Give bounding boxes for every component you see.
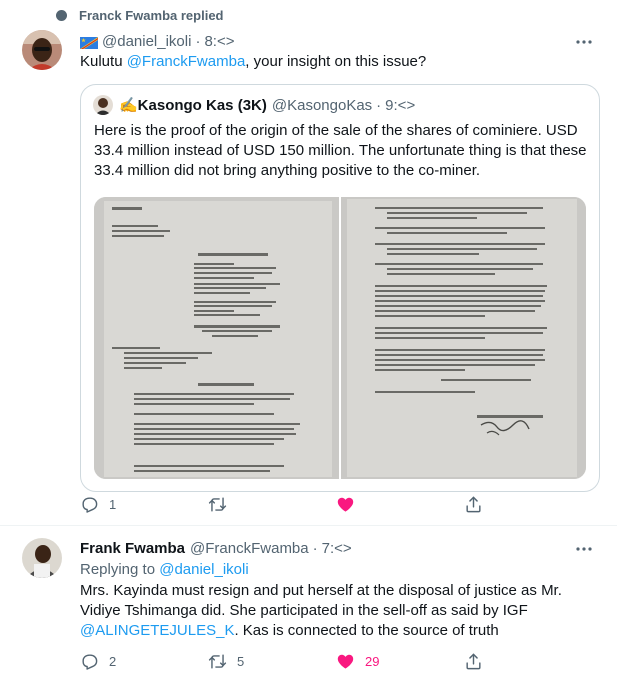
share-icon[interactable] (464, 495, 483, 514)
reply-count: 2 (109, 654, 117, 669)
retweet-icon[interactable] (208, 495, 227, 514)
quote-header: ✍️Kasongo Kas (3K) @KasongoKas · 9:<> (93, 95, 415, 115)
heart-icon[interactable] (336, 652, 355, 671)
document-image-left[interactable] (94, 197, 339, 479)
heart-icon[interactable] (336, 495, 355, 514)
author-handle[interactable]: @daniel_ikoli (102, 33, 191, 50)
replying-to: Replying to @daniel_ikoli (80, 561, 249, 578)
social-context: Franck Fwamba replied (52, 8, 224, 23)
avatar[interactable] (22, 538, 62, 578)
share-icon[interactable] (464, 652, 483, 671)
quote-time: 9:<> (385, 96, 416, 114)
more-options-icon[interactable] (575, 33, 593, 51)
reply-action[interactable]: 2 (80, 652, 208, 671)
reply-action[interactable]: 1 (80, 495, 208, 514)
quote-display-name[interactable]: ✍️Kasongo Kas (3K) (119, 96, 267, 114)
tweet-time[interactable]: 8:<> (204, 33, 234, 50)
divider (0, 525, 617, 526)
quote-media[interactable] (94, 197, 586, 479)
like-action[interactable] (336, 495, 464, 514)
dot-icon (56, 10, 67, 21)
avatar[interactable] (22, 30, 62, 70)
like-action[interactable]: 29 (336, 652, 464, 671)
tweet-actions: 2 5 29 (80, 652, 600, 671)
tweet-text: Kulutu @FranckFwamba, your insight on th… (80, 53, 427, 70)
reply-icon[interactable] (80, 495, 99, 514)
retweet-icon[interactable] (208, 652, 227, 671)
dot-separator: · (312, 540, 318, 557)
like-count: 29 (365, 654, 380, 669)
tweet-header: Frank Fwamba @FranckFwamba · 7:<> (80, 540, 352, 557)
quote-avatar (93, 95, 113, 115)
tweet-text: Mrs. Kayinda must resign and put herself… (80, 582, 562, 639)
author-handle[interactable]: @FranckFwamba (190, 540, 309, 557)
share-action[interactable] (464, 495, 483, 514)
share-action[interactable] (464, 652, 483, 671)
tweet-header: @daniel_ikoli · 8:<> (80, 33, 234, 50)
author-name[interactable]: Frank Fwamba (80, 540, 185, 557)
dot-separator: · (376, 96, 382, 114)
retweet-count: 5 (237, 654, 245, 669)
quote-tweet[interactable]: ✍️Kasongo Kas (3K) @KasongoKas · 9:<> He… (80, 84, 600, 492)
reply-count: 1 (109, 497, 117, 512)
document-image-right[interactable] (341, 197, 586, 479)
replying-to-link[interactable]: @daniel_ikoli (159, 561, 248, 578)
mention-link[interactable]: @ALINGETEJULES_K (80, 622, 234, 639)
tweet-time[interactable]: 7:<> (322, 540, 352, 557)
mention-link[interactable]: @FranckFwamba (127, 53, 246, 70)
social-context-text: Franck Fwamba replied (79, 8, 224, 23)
more-options-icon[interactable] (575, 540, 593, 558)
reply-icon[interactable] (80, 652, 99, 671)
flag-drc-icon (80, 36, 98, 49)
dot-separator: · (195, 33, 201, 50)
quote-text: Here is the proof of the origin of the s… (94, 122, 587, 179)
tweet-actions: 1 (80, 495, 600, 514)
retweet-action[interactable] (208, 495, 336, 514)
quote-handle: @KasongoKas (271, 96, 373, 114)
retweet-action[interactable]: 5 (208, 652, 336, 671)
